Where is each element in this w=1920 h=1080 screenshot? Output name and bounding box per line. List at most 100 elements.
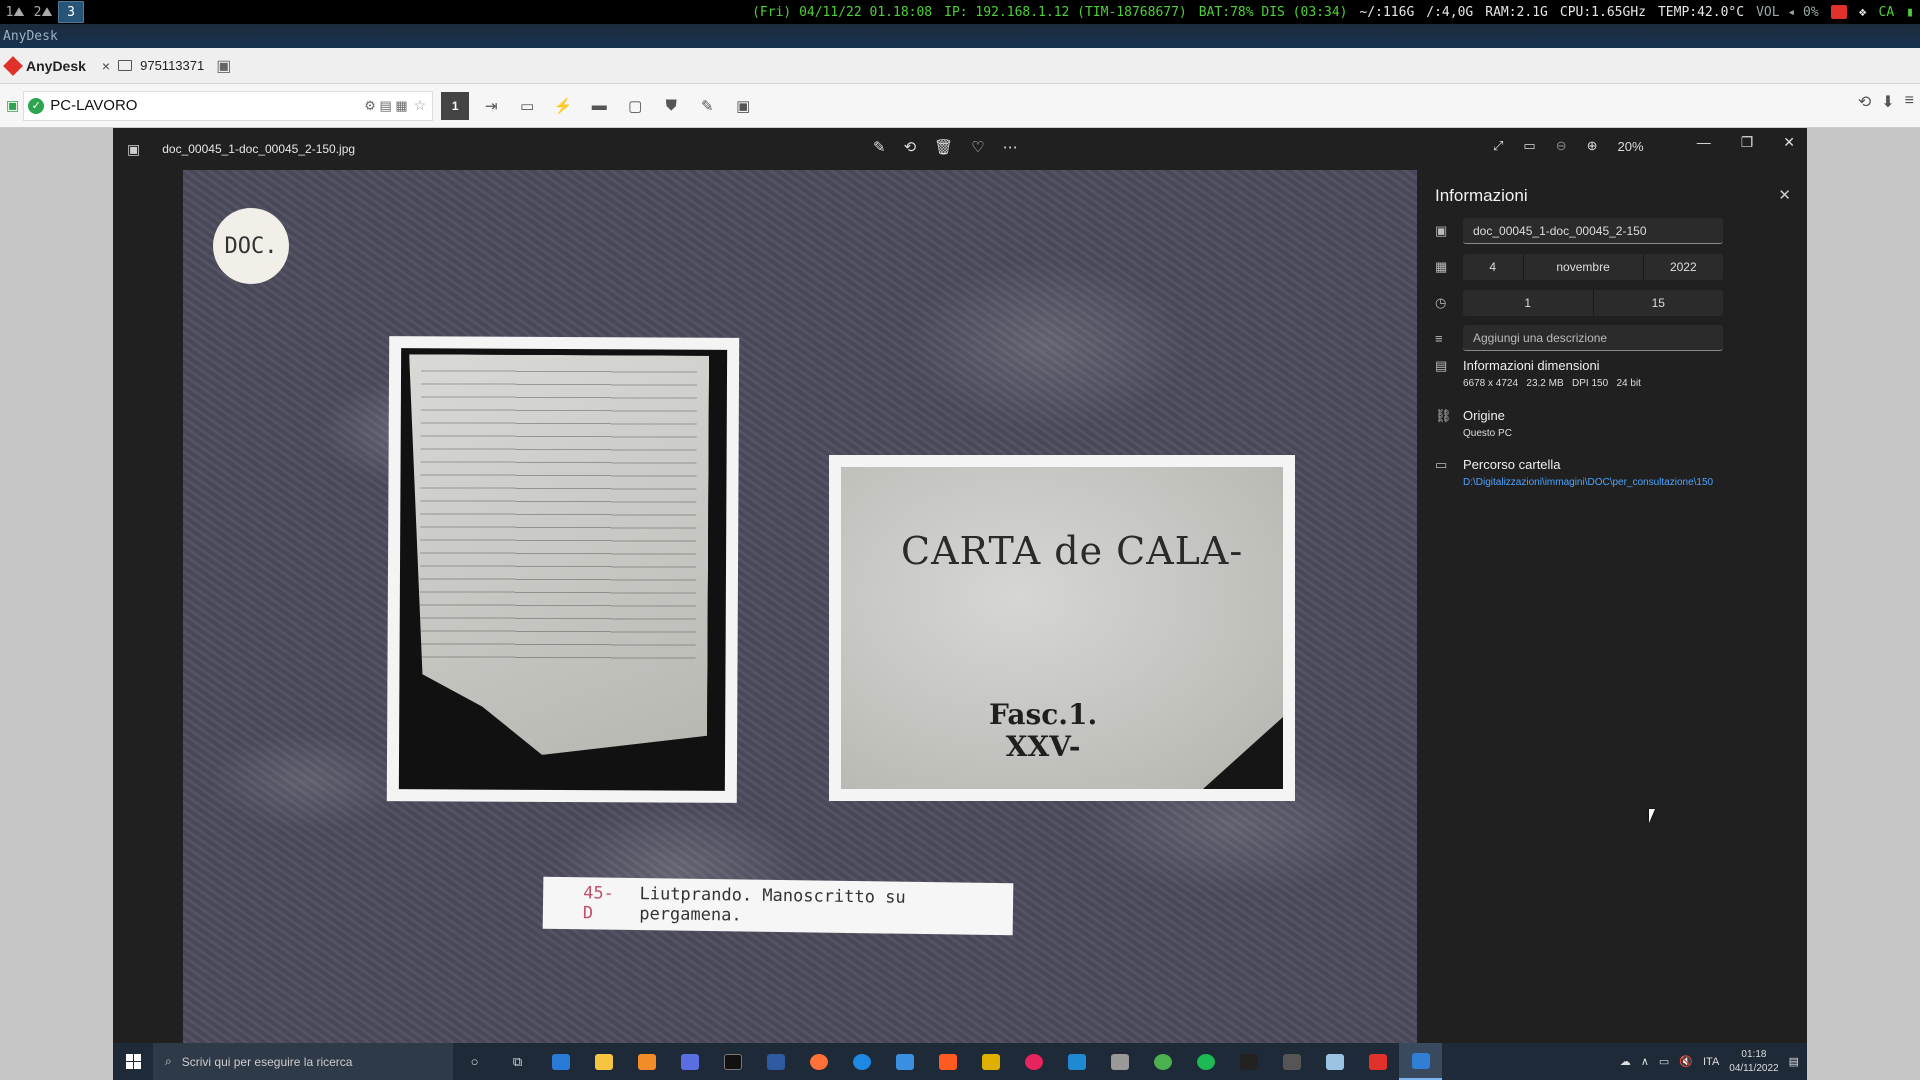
app-powershell[interactable]	[754, 1043, 797, 1080]
path-row: ▭ Percorso cartella D:\Digitalizzazioni\…	[1435, 457, 1725, 488]
monitor-select-button[interactable]: 1	[441, 91, 470, 120]
dimensions-icon: ▤	[1435, 358, 1448, 373]
date-month[interactable]: novembre	[1524, 254, 1644, 280]
time-hour[interactable]: 1	[1463, 290, 1594, 316]
task-view-icon[interactable]: ⧉	[496, 1043, 539, 1080]
network-icon[interactable]: ▭	[1659, 1055, 1669, 1068]
history-icon[interactable]: ⟲	[1858, 92, 1871, 112]
download-icon[interactable]: ⬇	[1881, 92, 1894, 112]
remote-desktop: ▣ doc_00045_1-doc_00045_2-150.jpg ✎ ⟲ 🗑 …	[0, 128, 1920, 1080]
app-terminal[interactable]	[711, 1043, 754, 1080]
restore-icon[interactable]: ❐	[1741, 134, 1754, 151]
app-chrome[interactable]	[1141, 1043, 1184, 1080]
workspace-2[interactable]: 2 ⛰	[30, 1, 56, 23]
anydesk-diamond-icon	[3, 55, 23, 76]
close-tab-icon[interactable]: ×	[102, 58, 110, 74]
app-orange[interactable]	[926, 1043, 969, 1080]
time-picker[interactable]: 1 15	[1463, 290, 1723, 316]
app-vlc[interactable]	[625, 1043, 668, 1080]
status-disk-root: /:4,0G	[1426, 4, 1474, 20]
zoom-in-icon[interactable]: ⊕	[1587, 138, 1598, 154]
description-row: ≡ Aggiungi una descrizione	[1435, 325, 1723, 351]
minimize-icon[interactable]: —	[1697, 134, 1711, 151]
photos-app-window: ▣ doc_00045_1-doc_00045_2-150.jpg ✎ ⟲ 🗑 …	[113, 128, 1807, 1043]
more-icon[interactable]: ⋯	[1003, 138, 1018, 156]
anydesk-window-title: AnyDesk	[0, 24, 1920, 48]
onedrive-icon[interactable]: ☁	[1620, 1055, 1631, 1068]
app-yellow[interactable]	[969, 1043, 1012, 1080]
close-icon[interactable]: ✕	[1783, 134, 1795, 151]
notification-icon[interactable]: ▤	[1789, 1055, 1799, 1068]
tray-arrow-icon[interactable]: ∧	[1641, 1055, 1649, 1068]
link-icon: ⛓	[1435, 408, 1452, 423]
origin-value: Questo PC	[1463, 428, 1512, 439]
actions-icon[interactable]: ⚡	[549, 92, 577, 120]
fullscreen-icon[interactable]: ⤢	[1493, 138, 1503, 154]
app-mail[interactable]	[539, 1043, 582, 1080]
delete-icon[interactable]: 🗑	[934, 138, 953, 156]
app-photos[interactable]	[1399, 1043, 1442, 1080]
favorite-star-icon[interactable]: ☆	[414, 97, 427, 114]
start-button[interactable]	[113, 1054, 153, 1069]
origin-row: ⛓ Origine Questo PC	[1435, 408, 1512, 439]
fit-icon[interactable]: ▭	[1523, 138, 1535, 154]
image-caption: 45-D Liutprando. Manoscritto su pergamen…	[542, 876, 1014, 936]
app-tool[interactable]	[1098, 1043, 1141, 1080]
permission-icons[interactable]: ⚙ ▤ ▦	[364, 98, 407, 114]
edit-icon[interactable]: ✎	[873, 138, 886, 156]
menu-icon[interactable]: ≡	[1905, 92, 1914, 112]
whiteboard-icon[interactable]: ✎	[693, 92, 721, 120]
name-row: ▣ doc_00045_1-doc_00045_2-150	[1435, 218, 1723, 244]
anydesk-logo[interactable]: AnyDesk	[0, 55, 96, 76]
monitor-icon	[118, 60, 133, 71]
app-edge[interactable]	[840, 1043, 883, 1080]
app-spotify[interactable]	[1184, 1043, 1227, 1080]
app-network[interactable]	[668, 1043, 711, 1080]
app-vscode[interactable]	[1055, 1043, 1098, 1080]
favorite-icon[interactable]: ♡	[971, 138, 984, 156]
address-field[interactable]: ✓ PC-LAVORO ⚙ ▤ ▦ ☆	[23, 90, 434, 121]
image-canvas[interactable]: DOC. CARTA de CALA- Fasc.1. XXV- 45-D Li…	[183, 170, 1417, 1043]
volume-icon[interactable]: 🔇	[1679, 1055, 1693, 1068]
time-row: ◷ 1 15	[1435, 290, 1723, 316]
path-link[interactable]: D:\Digitalizzazioni\immagini\DOC\per_con…	[1463, 477, 1725, 488]
name-field[interactable]: doc_00045_1-doc_00045_2-150	[1463, 218, 1723, 244]
app-light[interactable]	[1313, 1043, 1356, 1080]
chat-icon[interactable]: ▭	[513, 92, 541, 120]
description-input[interactable]: Aggiungi una descrizione	[1463, 325, 1723, 351]
app-pink[interactable]	[1012, 1043, 1055, 1080]
anydesk-tray-icon[interactable]	[1830, 5, 1847, 19]
app-anydesk[interactable]	[1356, 1043, 1399, 1080]
app-dark[interactable]	[1270, 1043, 1313, 1080]
app-twitch[interactable]	[1227, 1043, 1270, 1080]
screenshot-icon[interactable]: ▣	[729, 92, 757, 120]
cortana-icon[interactable]: ○	[453, 1043, 496, 1080]
date-year[interactable]: 2022	[1644, 254, 1723, 280]
taskbar-clock[interactable]: 01:18 04/11/2022	[1729, 1048, 1778, 1076]
taskbar-search[interactable]: ⌕ Scrivi qui per eseguire la ricerca	[153, 1043, 453, 1080]
date-picker[interactable]: 4 novembre 2022	[1463, 254, 1723, 280]
dropbox-tray-icon[interactable]: ❖	[1859, 5, 1867, 20]
app-store[interactable]	[883, 1043, 926, 1080]
anydesk-logo-label: AnyDesk	[26, 57, 86, 74]
path-title: Percorso cartella	[1463, 457, 1561, 472]
display-icon[interactable]: ▢	[621, 92, 649, 120]
app-firefox[interactable]	[797, 1043, 840, 1080]
app-explorer[interactable]	[582, 1043, 625, 1080]
time-minute[interactable]: 15	[1594, 290, 1724, 316]
rotate-icon[interactable]: ⟲	[904, 138, 917, 156]
zoom-out-icon[interactable]: ⊖	[1556, 138, 1567, 154]
workspace-1[interactable]: 1 ⛰	[2, 1, 28, 23]
caption-number: 45-D	[582, 883, 615, 924]
info-close-icon[interactable]: ✕	[1778, 186, 1791, 204]
status-volume[interactable]: VOL ◂ 0%	[1756, 5, 1819, 20]
session-tab[interactable]: × 975113371	[96, 58, 210, 74]
permissions-icon[interactable]: ⛊	[657, 92, 685, 120]
keyboard-icon[interactable]: ▬	[585, 92, 613, 120]
workspace-3[interactable]: 3	[58, 1, 84, 23]
language-indicator[interactable]: ITA	[1703, 1056, 1719, 1068]
verified-icon: ✓	[28, 97, 45, 114]
date-day[interactable]: 4	[1463, 254, 1524, 280]
new-session-button[interactable]: ▣	[210, 56, 237, 76]
file-transfer-icon[interactable]: ⇥	[477, 92, 505, 120]
